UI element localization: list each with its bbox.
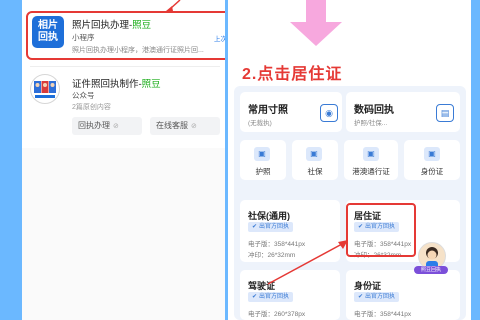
card-title: 常用寸照 [248, 105, 288, 116]
common-photo-card[interactable]: 常用寸照 (无裁执) ◉ [240, 92, 342, 132]
miniapp-title[interactable]: 照片回执办理-照豆 [72, 17, 151, 31]
check-circle-icon: ⊘ [191, 123, 197, 130]
passport-icon: ▣ [254, 147, 270, 161]
official-account-title-main: 证件照回执制作- [72, 79, 142, 90]
empty-area [22, 148, 225, 320]
miniapp-type: 小程序 [72, 33, 95, 42]
travel-permit-card[interactable]: ▣ 港澳通行证 [344, 140, 398, 180]
receipt-service-label: 回执办理 [78, 121, 110, 130]
id-icon: ▣ [424, 147, 440, 161]
card-label: 社保 [307, 167, 323, 176]
recent-used-label: 上次使用 [214, 36, 225, 43]
id-card-card[interactable]: ▣ 身份证 [404, 140, 460, 180]
badge-label: 出官方回执 [365, 294, 396, 300]
card-label: 护照 [255, 167, 271, 176]
digital-size: 电子版：358*441px [354, 311, 412, 318]
miniapp-title-main: 照片回执办理- [72, 20, 133, 31]
badge-label: 出官方回执 [259, 294, 290, 300]
official-account-avatar[interactable] [30, 74, 60, 104]
shield-check-icon: ✔ [358, 294, 364, 300]
official-account-type: 公众号 [72, 91, 95, 100]
card-subtitle: (无裁执) [248, 120, 272, 127]
official-account-recent: 2篇原创内容 [72, 104, 111, 111]
step-title: 2.点击居住证 [242, 66, 343, 83]
official-receipt-badge: ✔ 出官方回执 [248, 292, 294, 302]
check-circle-icon: ⊘ [113, 123, 119, 130]
official-receipt-badge: ✔ 出官方回执 [354, 292, 400, 302]
receipt-service-button[interactable]: 回执办理 ⊘ [72, 117, 142, 135]
social-security-icon: ▣ [306, 147, 322, 161]
travel-permit-icon: ▣ [363, 147, 379, 161]
badge-label: 出官方回执 [259, 224, 290, 230]
miniapp-title-accent: 照豆 [132, 20, 152, 31]
miniapp-logo: 相片 回执 [32, 16, 64, 48]
down-arrow-icon [290, 0, 342, 46]
miniapp-description: 照片回执办理小程序，港澳通行证照片回... [72, 47, 204, 54]
assistant-label: 照豆回执 [414, 266, 448, 274]
logo-text-line1: 相片 [38, 20, 58, 31]
search-results-panel: 相片 回执 照片回执办理-照豆 小程序 上次使用 照片回执办理小程序，港澳通行证… [22, 0, 225, 320]
card-title: 身份证 [354, 281, 382, 291]
miniapp-screen: 2.点击居住证 常用寸照 (无裁执) ◉ 数码回执 护照/社保... ▤ ▣ 护… [228, 0, 471, 320]
portrait-icon [34, 81, 56, 98]
online-support-label: 在线客服 [156, 121, 188, 130]
logo-text-line2: 回执 [38, 32, 58, 43]
digital-receipt-card[interactable]: 数码回执 护照/社保... ▤ [346, 92, 460, 132]
card-subtitle: 护照/社保... [354, 120, 388, 127]
identity-card-card[interactable]: 身份证 ✔ 出官方回执 电子版：358*441px [346, 270, 460, 320]
official-account-title-accent: 照豆 [141, 79, 161, 90]
residence-permit-highlight [346, 203, 416, 257]
shield-check-icon: ✔ [252, 224, 258, 230]
official-account-title[interactable]: 证件照回执制作-照豆 [72, 76, 161, 90]
id-card-icon: ▤ [436, 104, 454, 122]
online-support-button[interactable]: 在线客服 ⊘ [150, 117, 220, 135]
official-receipt-badge: ✔ 出官方回执 [248, 222, 294, 232]
divider [30, 66, 220, 67]
shield-check-icon: ✔ [252, 294, 258, 300]
digital-size: 电子版：260*378px [248, 311, 306, 318]
card-title: 数码回执 [354, 105, 394, 116]
card-title: 社保(通用) [248, 211, 290, 221]
social-security-card[interactable]: ▣ 社保 [292, 140, 338, 180]
card-label: 身份证 [420, 167, 444, 176]
camera-icon: ◉ [320, 104, 338, 122]
red-arrow-icon [267, 240, 348, 285]
card-label: 港澳通行证 [352, 167, 390, 176]
passport-card[interactable]: ▣ 护照 [240, 140, 286, 180]
